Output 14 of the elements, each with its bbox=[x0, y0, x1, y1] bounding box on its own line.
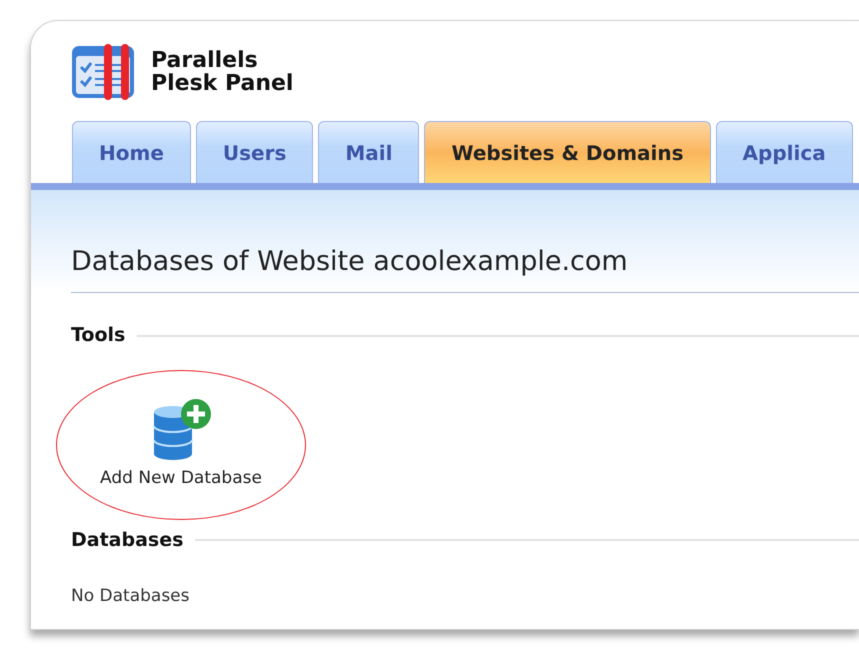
nav-tab[interactable]: Home bbox=[72, 121, 191, 183]
nav-tab[interactable]: Users bbox=[196, 121, 314, 183]
logo-icon bbox=[71, 43, 137, 101]
add-database-button[interactable]: Add New Database bbox=[100, 466, 262, 492]
page-title: Databases of Website acoolexample.com bbox=[71, 246, 629, 278]
logo-text: Plesk Panel bbox=[151, 72, 294, 96]
section-heading: Databases bbox=[71, 526, 859, 554]
logo-text: Parallels bbox=[151, 48, 259, 72]
database-add-icon[interactable] bbox=[150, 398, 212, 460]
empty-message: No Databases bbox=[71, 585, 190, 608]
nav-tab[interactable]: Websites & Domains bbox=[424, 121, 711, 183]
nav-tab[interactable]: Applica bbox=[716, 121, 853, 183]
section-heading: Tools bbox=[71, 321, 859, 350]
nav-tab[interactable]: Mail bbox=[318, 121, 420, 183]
